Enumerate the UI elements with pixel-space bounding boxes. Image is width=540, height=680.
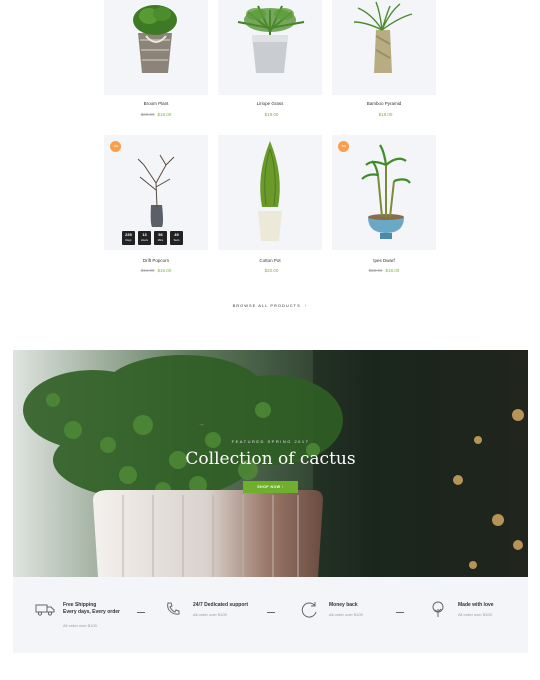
product-name[interactable]: Liriope Grass [218, 101, 322, 106]
refresh-icon [301, 602, 317, 618]
tree-icon [432, 601, 444, 617]
plant-illustration [258, 141, 282, 241]
banner-subtitle: FEATURED SPRING 2017 [231, 439, 310, 444]
feature-title: 24/7 Dedicated support [193, 602, 249, 608]
divider [137, 612, 145, 613]
product-price: $19.00 [218, 112, 322, 117]
arrow-right-icon: › [282, 485, 284, 489]
product-image[interactable]: -4% 239 Days 13 Hours 56 Mins 49 Secs [104, 135, 208, 250]
old-price: $16.00 [140, 268, 155, 273]
plant-illustration [237, 5, 305, 73]
banner-title: Collection of cactus [185, 449, 356, 469]
shop-now-label: SHOP NOW [257, 485, 281, 489]
product-image[interactable] [104, 0, 208, 95]
browse-all-products-link[interactable]: BROWSE ALL PRODUCTS › [0, 303, 540, 309]
feature-title: Made with love [458, 602, 494, 608]
plant-illustration [361, 144, 411, 239]
hero-banner: FEATURED SPRING 2017 Collection of cactu… [13, 350, 528, 577]
current-price: $18.00 [385, 268, 400, 273]
product-price: $20.00 [218, 268, 322, 273]
product-name[interactable]: Drift Popcorn [104, 258, 208, 263]
browse-label: BROWSE ALL PRODUCTS [232, 303, 301, 308]
truck-icon [35, 604, 55, 616]
current-price: $16.00 [157, 268, 172, 273]
phone-icon [167, 602, 180, 615]
feature-subtitle: All order over $100 [63, 623, 97, 628]
product-image[interactable]: -5% [332, 135, 436, 250]
product-name[interactable]: Cotton Pot [218, 258, 322, 263]
discount-badge: -4% [110, 141, 121, 152]
divider [396, 612, 404, 613]
feature-subtitle: All order over $100 [193, 612, 227, 617]
product-image[interactable] [218, 135, 322, 250]
countdown-timer: 239 Days 13 Hours 56 Mins 49 Secs [122, 231, 183, 245]
countdown-hours: 13 Hours [138, 231, 151, 245]
feature-title: Free Shipping Every days, Every order [63, 602, 120, 615]
divider [267, 612, 275, 613]
plant-illustration [133, 5, 177, 73]
arrow-right-icon: › [304, 303, 308, 309]
feature-subtitle: All order over $100 [329, 612, 363, 617]
current-price: $20.00 [264, 268, 279, 273]
product-name[interactable]: Broom Plant [104, 101, 208, 106]
countdown-mins: 56 Mins [154, 231, 167, 245]
product-price: $18.00 [332, 112, 436, 117]
current-price: $19.00 [264, 112, 279, 117]
current-price: $18.00 [378, 112, 393, 117]
feature-title: Money back [329, 602, 358, 608]
product-image[interactable] [218, 0, 322, 95]
plant-illustration [353, 1, 413, 73]
countdown-days: 239 Days [122, 231, 135, 245]
feature-subtitle: All order over $100 [458, 612, 492, 617]
product-price: $16.00 $16.00 [104, 268, 208, 273]
features-bar: Free Shipping Every days, Every order All… [13, 577, 528, 653]
product-name[interactable]: Ipes Dwarf [332, 258, 436, 263]
current-price: $18.00 [157, 112, 172, 117]
product-image[interactable] [332, 0, 436, 95]
product-name[interactable]: Bamboo Pyramid [332, 101, 436, 106]
countdown-secs: 49 Secs [170, 231, 183, 245]
old-price: $25.00 [140, 112, 155, 117]
product-price: $22.00 $18.00 [332, 268, 436, 273]
discount-badge: -5% [338, 141, 349, 152]
old-price: $22.00 [368, 268, 383, 273]
product-price: $25.00 $18.00 [104, 112, 208, 117]
shop-now-button[interactable]: SHOP NOW › [243, 481, 298, 493]
page: Broom Plant $25.00 $18.00 Liriope Grass … [0, 0, 540, 680]
